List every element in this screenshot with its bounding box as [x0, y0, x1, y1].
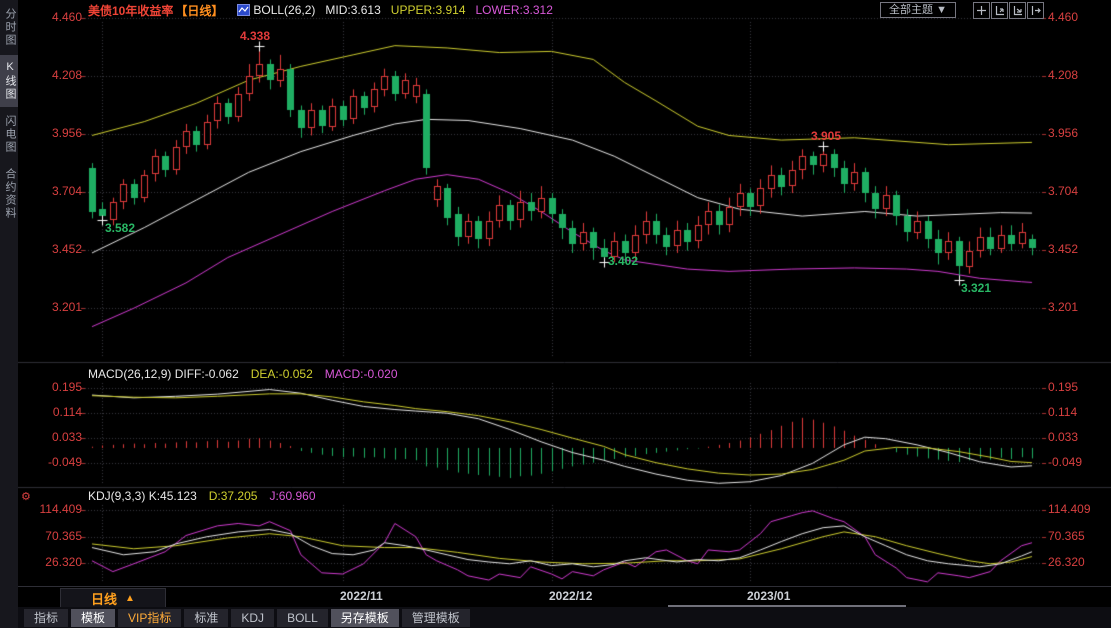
chart-terminal: 分时图 K线图 闪电图 合约资料 美债10年收益率 【日线】 BOLL(26,2… — [0, 0, 1111, 628]
axis-tick-label: 114.409 — [20, 502, 82, 516]
axis-tick-label: 0.033 — [20, 430, 82, 444]
horizontal-scrollbar-thumb[interactable] — [668, 605, 906, 607]
period-label: 日线 — [91, 589, 117, 608]
x-axis-row: 日线 ▲ — [18, 586, 1111, 608]
axis-tick-label: 0.114 — [20, 405, 82, 419]
macd-params-label: MACD(26,12,9) — [88, 367, 171, 381]
tab-manage-templates[interactable]: 管理模板 — [402, 609, 470, 627]
boll-mid-value: MID:3.613 — [325, 3, 380, 17]
kdj-j-value: J:60.960 — [269, 489, 315, 503]
macd-dea-value: DEA:-0.052 — [251, 367, 313, 381]
tab-kdj[interactable]: KDJ — [231, 609, 274, 627]
axis-tick-label: 70.365 — [20, 529, 82, 543]
axis-tick-label: 3.956 — [20, 126, 82, 140]
tab-save-template[interactable]: 另存模板 — [331, 609, 399, 627]
tab-standard[interactable]: 标准 — [184, 609, 228, 627]
boll-upper-value: UPPER:3.914 — [391, 3, 466, 17]
axis-tick-label: 3.201 — [20, 300, 82, 314]
sidebar-item-kline-chart[interactable]: K线图 — [0, 55, 18, 107]
sidebar-item-contract-info[interactable]: 合约资料 — [0, 162, 18, 226]
period-selector-button[interactable]: 日线 ▲ — [60, 588, 166, 608]
axis-tick-label: 0.195 — [20, 380, 82, 394]
axis-tick-label: 3.956 — [1048, 126, 1078, 140]
tab-boll[interactable]: BOLL — [277, 609, 328, 627]
axis-tick-label: 0.114 — [1048, 405, 1077, 419]
macd-label-row: MACD(26,12,9) DIFF:-0.062 DEA:-0.052 MAC… — [88, 367, 398, 381]
axis-tick-label: 0.033 — [1048, 430, 1078, 444]
left-sidebar: 分时图 K线图 闪电图 合约资料 — [0, 0, 18, 628]
period-tag: 【日线】 — [175, 2, 223, 19]
price-annotation: 3.402 — [608, 254, 638, 268]
price-annotation: 4.338 — [240, 29, 270, 43]
chart-header: 美债10年收益率 【日线】 BOLL(26,2) MID:3.613 UPPER… — [18, 0, 1111, 20]
kdj-k-value: K:45.123 — [149, 489, 197, 503]
price-annotation: 3.582 — [105, 221, 135, 235]
boll-params-label: BOLL(26,2) — [253, 3, 315, 17]
macd-macd-value: MACD:-0.020 — [325, 367, 398, 381]
axis-tick-label: 3.201 — [1048, 300, 1078, 314]
boll-lower-value: LOWER:3.312 — [476, 3, 553, 17]
tab-templates[interactable]: 模板 — [71, 609, 115, 627]
axis-tick-label: 26.320 — [20, 555, 82, 569]
kdj-d-value: D:37.205 — [209, 489, 258, 503]
boll-indicator-icon — [237, 4, 250, 16]
triangle-up-icon: ▲ — [125, 593, 135, 604]
macd-diff-value: DIFF:-0.062 — [175, 367, 239, 381]
axis-tick-label: 4.208 — [1048, 68, 1078, 82]
axis-tick-label: -0.049 — [20, 455, 82, 469]
chart-canvas[interactable] — [0, 0, 1111, 628]
tab-indicators[interactable]: 指标 — [24, 609, 68, 627]
kdj-label-row: KDJ(9,3,3) K:45.123 D:37.205 J:60.960 — [88, 489, 316, 503]
axis-tick-label: 114.409 — [1048, 502, 1091, 516]
axis-tick-label: 3.704 — [20, 184, 82, 198]
bottom-tab-bar: 指标 模板 VIP指标 标准 KDJ BOLL 另存模板 管理模板 — [18, 607, 1111, 628]
instrument-title: 美债10年收益率 — [88, 2, 173, 19]
axis-tick-label: 70.365 — [1048, 529, 1085, 543]
price-annotation: 3.905 — [811, 129, 841, 143]
axis-tick-label: 3.452 — [20, 242, 82, 256]
sidebar-item-time-chart[interactable]: 分时图 — [0, 2, 18, 53]
axis-tick-label: 0.195 — [1048, 380, 1078, 394]
kdj-params-label: KDJ(9,3,3) — [88, 489, 145, 503]
axis-tick-label: 26.320 — [1048, 555, 1085, 569]
sidebar-item-lightning-chart[interactable]: 闪电图 — [0, 109, 18, 160]
axis-tick-label: 3.704 — [1048, 184, 1078, 198]
axis-tick-label: 4.208 — [20, 68, 82, 82]
tab-vip-indicators[interactable]: VIP指标 — [118, 609, 181, 627]
axis-tick-label: 3.452 — [1048, 242, 1078, 256]
axis-tick-label: -0.049 — [1048, 455, 1082, 469]
price-annotation: 3.321 — [961, 281, 991, 295]
